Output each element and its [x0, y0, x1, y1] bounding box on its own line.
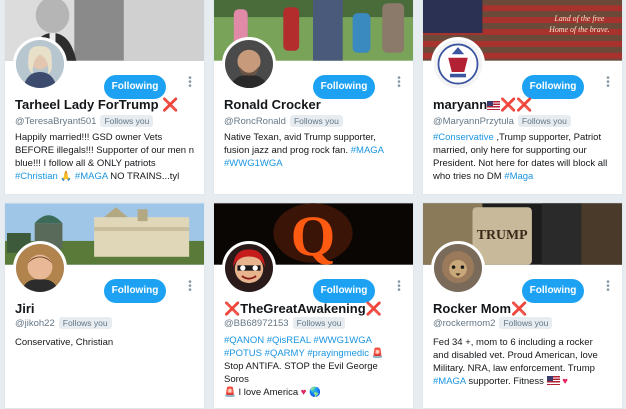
handle[interactable]: @BB68972153 [224, 318, 289, 329]
handle[interactable]: @TeresaBryant501 [15, 116, 96, 127]
following-button[interactable]: Following [104, 279, 166, 303]
hashtag[interactable]: #QANON [224, 335, 264, 346]
banner-caption: Land of the free [553, 14, 604, 23]
more-options-icon[interactable]: • • • [395, 74, 403, 92]
handle[interactable]: @MaryannPrzytula [433, 116, 514, 127]
display-name[interactable]: maryann ❌❌ [433, 97, 533, 113]
following-button[interactable]: Following [313, 279, 375, 303]
hashtag[interactable]: #Conservative [433, 132, 494, 143]
us-flag-icon [546, 376, 560, 385]
bio: #QANON #QisREAL #WWG1WGA #POTUS #QARMY #… [224, 335, 384, 398]
bio: Happily married!!! GSD owner Vets BEFORE… [15, 132, 194, 182]
handle[interactable]: @RoncRonald [224, 116, 286, 127]
more-options-icon[interactable]: • • • [604, 74, 612, 92]
bio: #Conservative ,Trump supporter, Patriot … [433, 132, 608, 182]
follows-you-badge: Follows you [58, 317, 112, 329]
avatar[interactable] [222, 241, 276, 295]
hashtag[interactable]: #Maga [504, 171, 533, 182]
avatar[interactable] [13, 37, 67, 91]
following-button[interactable]: Following [104, 75, 166, 99]
hashtag[interactable]: #WWG1WGA [313, 335, 372, 346]
banner-text: TRUMP [477, 227, 528, 242]
avatar[interactable] [222, 37, 276, 91]
follow-grid: Following • • • Tarheel Lady ForTrump ❌ @T… [0, 0, 626, 409]
hashtag[interactable]: #Christian [15, 171, 58, 182]
handle-row: @rockermom2 Follows you [433, 317, 553, 329]
handle-row: @TeresaBryant501 Follows you [15, 115, 154, 127]
siren-icon: 🚨 [224, 387, 236, 398]
handle-row: @RoncRonald Follows you [224, 115, 343, 127]
display-name[interactable]: Ronald Crocker [224, 97, 321, 112]
hashtag[interactable]: #prayingmedic [307, 348, 369, 359]
hashtag[interactable]: #QARMY [265, 348, 305, 359]
follows-you-badge: Follows you [289, 115, 343, 127]
following-button[interactable]: Following [313, 75, 375, 99]
siren-icon: 🚨 [371, 348, 384, 359]
display-name[interactable]: ❌TheGreatAwakening❌ [224, 301, 382, 317]
heart-icon: ♥ [562, 376, 568, 387]
following-button[interactable]: Following [522, 75, 584, 99]
globe-icon: 🌎 [309, 387, 321, 398]
more-options-icon[interactable]: • • • [186, 278, 194, 296]
follows-you-badge: Follows you [292, 317, 346, 329]
follows-you-badge: Follows you [100, 115, 154, 127]
banner-caption: Home of the brave. [548, 25, 610, 34]
heart-icon: ♥ [300, 387, 307, 398]
more-options-icon[interactable]: • • • [186, 74, 194, 92]
avatar[interactable] [13, 241, 67, 295]
avatar[interactable] [431, 37, 485, 91]
handle[interactable]: @rockermom2 [433, 318, 495, 329]
display-name[interactable]: Jiri [15, 301, 35, 316]
hashtag[interactable]: #MAGA [75, 171, 108, 182]
emoji-icon: 🙏 [60, 171, 73, 182]
avatar[interactable] [431, 241, 485, 295]
bio: Native Texan, avid Trump supporter, fusi… [224, 132, 385, 169]
following-button[interactable]: Following [522, 279, 584, 303]
hashtag[interactable]: #MAGA [351, 145, 384, 156]
bio: Fed 34 +, mom to 6 including a rocker an… [433, 337, 598, 387]
user-card[interactable]: Following • • • Jiri @jikoh22 Follows you C… [4, 202, 205, 409]
follows-you-badge: Follows you [499, 317, 553, 329]
user-card[interactable]: Land of the free Home of the brave. Foll… [422, 0, 623, 195]
user-card[interactable]: Following • • • Ronald Crocker @RoncRonald… [213, 0, 414, 195]
more-options-icon[interactable]: • • • [395, 278, 403, 296]
display-name[interactable]: Tarheel Lady ForTrump ❌ [15, 97, 178, 113]
hashtag[interactable]: #WWG1WGA [224, 158, 283, 169]
user-card[interactable]: Q Following • • • ❌TheGreatAwakening❌ @BB6… [213, 202, 414, 409]
hashtag[interactable]: #QisREAL [267, 335, 311, 346]
banner-letter: Q [291, 205, 336, 265]
user-card[interactable]: Following • • • Tarheel Lady ForTrump ❌ @T… [4, 0, 205, 195]
handle-row: @MaryannPrzytula Follows you [433, 115, 571, 127]
more-options-icon[interactable]: • • • [604, 278, 612, 296]
user-card[interactable]: TRUMP Following • • • Rocker Mom❌ @rockerm… [422, 202, 623, 409]
us-flag-icon [487, 101, 501, 110]
hashtag[interactable]: #POTUS [224, 348, 262, 359]
handle-row: @BB68972153 Follows you [224, 317, 346, 329]
follows-you-badge: Follows you [517, 115, 571, 127]
handle[interactable]: @jikoh22 [15, 318, 55, 329]
display-name[interactable]: Rocker Mom❌ [433, 301, 527, 317]
bio: Conservative, Christian [15, 337, 114, 348]
handle-row: @jikoh22 Follows you [15, 317, 112, 329]
hashtag[interactable]: #MAGA [433, 376, 466, 387]
